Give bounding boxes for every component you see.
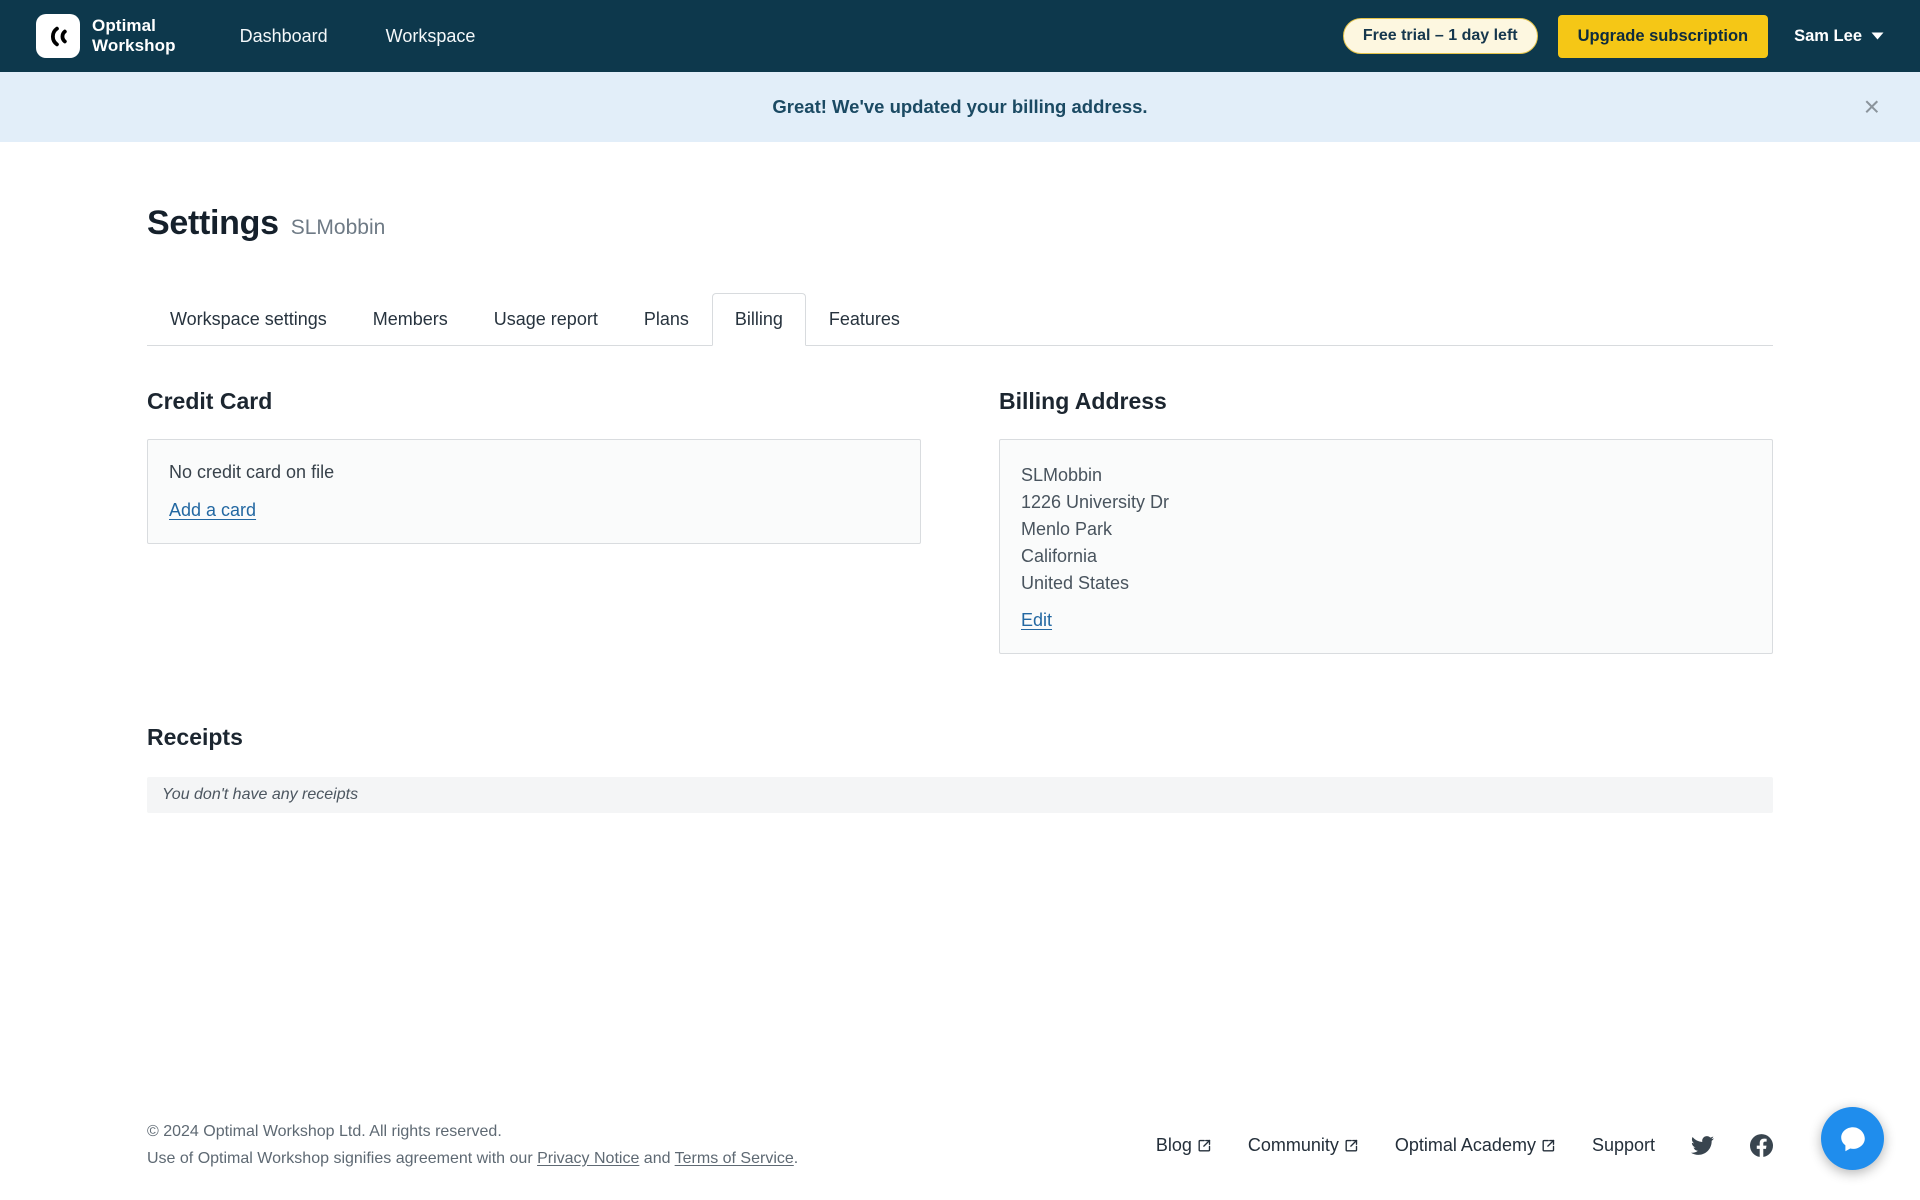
footer-agreement: Use of Optimal Workshop signifies agreem… <box>147 1149 799 1167</box>
page-footer: © 2024 Optimal Workshop Ltd. All rights … <box>0 1089 1920 1200</box>
external-link-icon <box>1344 1138 1359 1153</box>
credit-card-panel: No credit card on file Add a card <box>147 439 921 544</box>
banner-message: Great! We've updated your billing addres… <box>772 96 1148 117</box>
footer-link-optimal-academy[interactable]: Optimal Academy <box>1395 1135 1556 1156</box>
nav-item-dashboard[interactable]: Dashboard <box>240 26 328 47</box>
tab-plans[interactable]: Plans <box>621 293 712 345</box>
billing-address-line: California <box>1021 546 1098 566</box>
tab-features[interactable]: Features <box>806 293 923 345</box>
footer-link-community[interactable]: Community <box>1248 1135 1359 1156</box>
footer-links: Blog Community Optimal Academy Support <box>1156 1134 1773 1158</box>
navbar-left: Optimal Workshop Dashboard Workspace <box>36 14 475 58</box>
receipts-section: Receipts You don't have any receipts <box>147 724 1773 813</box>
billing-address-line: Menlo Park <box>1021 519 1113 539</box>
receipts-heading: Receipts <box>147 724 243 750</box>
external-link-icon <box>1541 1138 1556 1153</box>
billing-address-line: 1226 University Dr <box>1021 492 1170 512</box>
settings-tabs: Workspace settings Members Usage report … <box>147 293 1773 346</box>
optimal-workshop-logo-icon <box>36 14 80 58</box>
upgrade-subscription-button[interactable]: Upgrade subscription <box>1557 14 1769 58</box>
footer-link-support[interactable]: Support <box>1592 1135 1655 1156</box>
terms-of-service-link[interactable]: Terms of Service <box>675 1150 794 1167</box>
nav-item-workspace[interactable]: Workspace <box>386 26 476 47</box>
credit-card-heading: Credit Card <box>147 388 273 414</box>
twitter-icon[interactable] <box>1691 1134 1714 1157</box>
credit-card-empty-text: No credit card on file <box>169 462 335 482</box>
page-head: Settings SLMobbin <box>147 204 1773 243</box>
optimal-workshop-logo[interactable]: Optimal Workshop <box>36 14 176 58</box>
logo-text: Optimal Workshop <box>92 16 176 55</box>
tab-workspace-settings[interactable]: Workspace settings <box>147 293 350 345</box>
tab-members[interactable]: Members <box>350 293 471 345</box>
tab-usage-report[interactable]: Usage report <box>471 293 621 345</box>
close-icon[interactable]: × <box>1854 87 1890 127</box>
app-root: Optimal Workshop Dashboard Workspace Fre… <box>0 0 1920 1200</box>
footer-copyright: © 2024 Optimal Workshop Ltd. All rights … <box>147 1123 502 1141</box>
billing-address-section: Billing Address SLMobbin 1226 University… <box>999 388 1773 654</box>
billing-address-line: United States <box>1021 573 1130 593</box>
notification-banner: Great! We've updated your billing addres… <box>0 72 1920 142</box>
billing-address-panel: SLMobbin 1226 University Dr Menlo Park C… <box>999 439 1773 654</box>
navbar-right: Free trial – 1 day left Upgrade subscrip… <box>1342 14 1884 58</box>
billing-address-line: SLMobbin <box>1021 465 1103 485</box>
facebook-icon[interactable] <box>1750 1134 1773 1158</box>
edit-billing-address-link[interactable]: Edit <box>1021 610 1052 631</box>
main-content: Settings SLMobbin Workspace settings Mem… <box>0 142 1920 1089</box>
workspace-name: SLMobbin <box>290 216 386 239</box>
privacy-notice-link[interactable]: Privacy Notice <box>537 1150 639 1167</box>
user-menu[interactable]: Sam Lee <box>1794 27 1884 46</box>
trial-badge[interactable]: Free trial – 1 day left <box>1342 18 1538 54</box>
credit-card-section: Credit Card No credit card on file Add a… <box>147 388 921 654</box>
chat-bubble-icon <box>1838 1124 1868 1154</box>
chat-launcher-button[interactable] <box>1821 1107 1884 1170</box>
primary-nav: Dashboard Workspace <box>240 26 476 47</box>
footer-legal: © 2024 Optimal Workshop Ltd. All rights … <box>147 1119 798 1172</box>
footer-link-blog[interactable]: Blog <box>1156 1135 1212 1156</box>
external-link-icon <box>1197 1138 1212 1153</box>
page-title: Settings <box>147 204 279 242</box>
top-navbar: Optimal Workshop Dashboard Workspace Fre… <box>0 0 1920 72</box>
tab-billing[interactable]: Billing <box>711 293 806 346</box>
logo-text-line1: Optimal <box>92 16 156 36</box>
add-card-link[interactable]: Add a card <box>169 500 256 521</box>
billing-address-heading: Billing Address <box>999 388 1167 414</box>
user-name: Sam Lee <box>1794 26 1862 45</box>
chevron-down-icon <box>1871 32 1884 40</box>
logo-text-line2: Workshop <box>92 36 176 55</box>
receipts-empty-text: You don't have any receipts <box>147 777 1773 813</box>
